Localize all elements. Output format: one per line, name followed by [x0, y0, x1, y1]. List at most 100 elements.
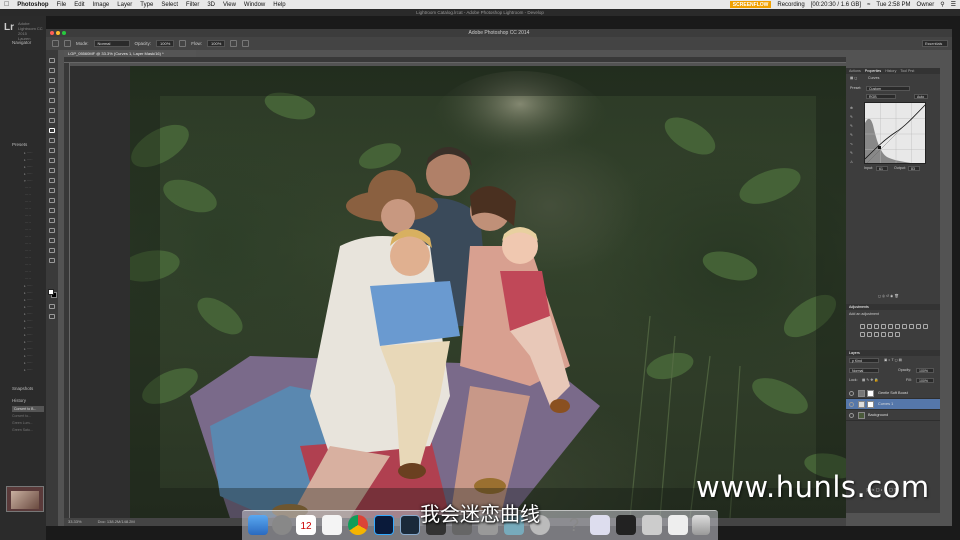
- navigator-panel-header[interactable]: Navigator: [12, 40, 31, 45]
- invert-icon[interactable]: [867, 332, 872, 337]
- curves-graph[interactable]: [864, 102, 926, 164]
- curves-icon[interactable]: [874, 324, 879, 329]
- quick-mask-icon[interactable]: [49, 304, 55, 309]
- menu-help[interactable]: Help: [273, 2, 285, 8]
- properties-footer-icons[interactable]: ◻ ◎ ↺ ◉ 🗑: [878, 294, 899, 299]
- threshold-icon[interactable]: [881, 332, 886, 337]
- color-balance-icon[interactable]: [902, 324, 907, 329]
- history-list[interactable]: Convert to... Green Lum... Green Satu...: [12, 413, 44, 434]
- pen-tool-icon[interactable]: [49, 198, 55, 203]
- exposure-icon[interactable]: [881, 324, 886, 329]
- mode-select[interactable]: Normal: [93, 40, 130, 47]
- preset-select[interactable]: Custom: [866, 86, 910, 91]
- curves-tool-icons[interactable]: ⊕ ✎ ✎ ✎ ∿ ✎ ⚠: [850, 104, 853, 167]
- stamp-tool-icon[interactable]: [49, 138, 55, 143]
- recording-badge[interactable]: SCREENFLOW: [729, 1, 772, 8]
- posterize-icon[interactable]: [874, 332, 879, 337]
- layer-row[interactable]: Curves 1: [846, 399, 940, 410]
- close-window-icon[interactable]: [50, 31, 54, 35]
- visibility-eye-icon[interactable]: [849, 402, 854, 407]
- healing-tool-icon[interactable]: [49, 118, 55, 123]
- lasso-tool-icon[interactable]: [49, 78, 55, 83]
- app-menu[interactable]: Photoshop: [17, 2, 48, 8]
- pressure-size-icon[interactable]: [242, 40, 250, 47]
- flow-field[interactable]: 100%: [207, 40, 226, 47]
- workspace-select[interactable]: Essentials: [922, 40, 948, 47]
- lock-icons[interactable]: ▦ ✎ ✥ 🔒: [862, 378, 879, 383]
- visibility-eye-icon[interactable]: [849, 413, 854, 418]
- tab-history[interactable]: History: [885, 68, 896, 74]
- channel-mixer-icon[interactable]: [923, 324, 928, 329]
- presets-panel-header[interactable]: Presets: [12, 142, 27, 147]
- zoom-window-icon[interactable]: [62, 31, 66, 35]
- menu-filter[interactable]: Filter: [186, 2, 199, 8]
- blend-mode-select[interactable]: Normal: [849, 368, 879, 373]
- menu-image[interactable]: Image: [93, 2, 110, 8]
- minimize-window-icon[interactable]: [56, 31, 60, 35]
- channel-select[interactable]: RGB: [866, 94, 896, 99]
- eraser-tool-icon[interactable]: [49, 158, 55, 163]
- brush-tool-icon[interactable]: [49, 128, 55, 133]
- auto-button[interactable]: Auto: [914, 94, 928, 99]
- zoom-tool-icon[interactable]: [49, 248, 55, 253]
- tab-layers[interactable]: Layers: [849, 350, 860, 356]
- visibility-eye-icon[interactable]: [849, 391, 854, 396]
- photo-canvas[interactable]: [130, 66, 846, 518]
- hand-tool-icon[interactable]: [49, 238, 55, 243]
- hue-saturation-icon[interactable]: [895, 324, 900, 329]
- user-menu[interactable]: Owner: [917, 2, 935, 8]
- opacity-field[interactable]: 100%: [156, 40, 175, 47]
- selective-color-icon[interactable]: [895, 332, 900, 337]
- levels-icon[interactable]: [867, 324, 872, 329]
- list-icon[interactable]: ☰: [951, 1, 956, 8]
- marquee-tool-icon[interactable]: [49, 68, 55, 73]
- layer-mask-thumbnail[interactable]: [867, 401, 874, 408]
- layer-row[interactable]: Gentle Soft Boost: [846, 388, 940, 399]
- history-panel-header[interactable]: History: [12, 398, 26, 403]
- document-tab[interactable]: LGP_05560MF @ 33.3% (Curves 1, Layer Mas…: [64, 50, 196, 57]
- layer-filter-icons[interactable]: ▣ ◐ T ◻ ▤: [884, 358, 902, 363]
- menu-file[interactable]: File: [57, 2, 67, 8]
- crop-tool-icon[interactable]: [49, 98, 55, 103]
- menu-window[interactable]: Window: [244, 2, 265, 8]
- menu-type[interactable]: Type: [140, 2, 153, 8]
- tab-properties[interactable]: Properties: [865, 68, 881, 74]
- quick-select-tool-icon[interactable]: [49, 88, 55, 93]
- fill-field[interactable]: 100%: [916, 378, 934, 383]
- snapshots-panel-header[interactable]: Snapshots: [12, 386, 33, 391]
- search-icon[interactable]: ⚲: [940, 1, 944, 8]
- menu-select[interactable]: Select: [161, 2, 178, 8]
- input-field[interactable]: 61: [876, 166, 888, 171]
- menu-3d[interactable]: 3D: [207, 2, 215, 8]
- layer-filter-select[interactable]: p Kind: [849, 358, 879, 363]
- adjustments-title[interactable]: Adjustments: [849, 304, 869, 310]
- menu-view[interactable]: View: [223, 2, 236, 8]
- pressure-opacity-icon[interactable]: [179, 40, 187, 47]
- eyedropper-tool-icon[interactable]: [49, 108, 55, 113]
- tab-actions[interactable]: Actions: [849, 68, 861, 74]
- screen-mode-icon[interactable]: [49, 314, 55, 319]
- vibrance-icon[interactable]: [888, 324, 893, 329]
- black-white-icon[interactable]: [909, 324, 914, 329]
- foreground-color-swatch[interactable]: [48, 289, 54, 295]
- gradient-tool-icon[interactable]: [49, 168, 55, 173]
- path-select-tool-icon[interactable]: [49, 218, 55, 223]
- blur-tool-icon[interactable]: [49, 178, 55, 183]
- layer-opacity-field[interactable]: 100%: [916, 368, 934, 373]
- apple-menu-icon[interactable]: : [4, 1, 9, 8]
- photo-filter-icon[interactable]: [916, 324, 921, 329]
- shape-tool-icon[interactable]: [49, 228, 55, 233]
- presets-tree[interactable]: ▸ ····· ▸ ····· ▸ ····· ▸ ····· ▾ ····· ····…: [24, 150, 44, 374]
- color-lookup-icon[interactable]: [860, 332, 865, 337]
- dodge-tool-icon[interactable]: [49, 188, 55, 193]
- move-tool-icon[interactable]: [49, 58, 55, 63]
- brightness-icon[interactable]: [860, 324, 865, 329]
- brush-preset-icon[interactable]: [52, 40, 59, 47]
- tab-tool-presets[interactable]: Tool Prst: [900, 68, 914, 74]
- layer-row[interactable]: Background: [846, 410, 940, 421]
- type-tool-icon[interactable]: [49, 208, 55, 213]
- airbrush-icon[interactable]: [230, 40, 238, 47]
- gradient-map-icon[interactable]: [888, 332, 893, 337]
- layer-mask-thumbnail[interactable]: [867, 390, 874, 397]
- more-tools-icon[interactable]: [49, 258, 55, 263]
